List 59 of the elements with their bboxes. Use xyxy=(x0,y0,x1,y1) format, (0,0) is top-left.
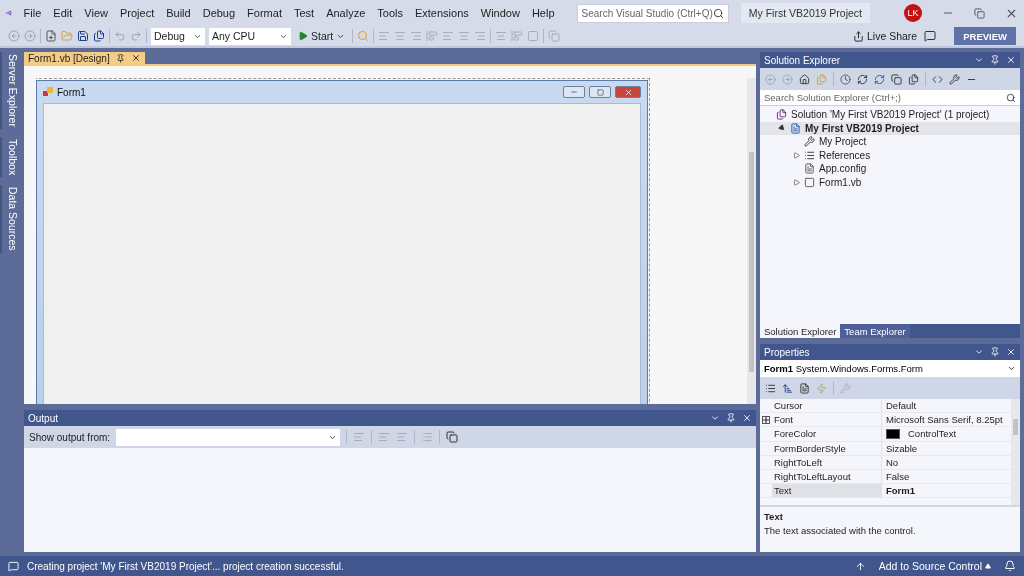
menu-item[interactable]: File xyxy=(17,7,48,19)
panel-title: Output xyxy=(28,412,59,424)
configuration-dropdown[interactable]: Debug xyxy=(151,27,205,45)
description-text: The text associated with the control. xyxy=(764,525,917,536)
preview-button[interactable]: PREVIEW xyxy=(954,27,1016,45)
tree-item[interactable]: References xyxy=(760,148,1020,162)
panel-title: Properties xyxy=(764,346,810,358)
menu-item[interactable]: Project xyxy=(113,7,161,19)
menu-item[interactable]: Test xyxy=(287,7,321,19)
live-share-button[interactable]: Live Share xyxy=(850,27,921,45)
side-tab[interactable]: Data Sources xyxy=(0,185,22,253)
property-name[interactable]: Font xyxy=(772,413,882,427)
property-value[interactable]: No xyxy=(886,456,899,468)
search-field[interactable]: Search Visual Studio (Ctrl+Q) xyxy=(576,3,729,23)
tree-item[interactable]: Form1.vb xyxy=(760,175,1020,189)
tree-item[interactable]: Solution 'My First VB2019 Project' (1 project) xyxy=(760,108,1020,122)
property-value[interactable]: ControlText xyxy=(908,428,957,440)
panel-tab[interactable]: Team Explorer xyxy=(840,324,910,338)
property-value[interactable]: False xyxy=(886,471,910,483)
property-value[interactable]: Microsoft Sans Serif, 8.25pt xyxy=(886,414,1003,426)
panel-tab[interactable]: Solution Explorer xyxy=(760,324,841,338)
property-name[interactable]: ForeColor xyxy=(772,427,882,441)
menu-item[interactable]: Build xyxy=(160,7,197,19)
property-name[interactable]: Text xyxy=(772,484,882,498)
object-selector[interactable]: Form1 System.Windows.Forms.Form xyxy=(760,360,1020,377)
status-message: Creating project 'My First VB2019 Project'... project creation successful. xyxy=(27,560,344,572)
property-name[interactable]: FormBorderStyle xyxy=(772,441,882,455)
solution-title: My First VB2019 Project xyxy=(740,3,870,23)
source-control-button[interactable]: Add to Source Control xyxy=(875,557,994,575)
property-name[interactable]: RightToLeft xyxy=(772,455,882,469)
form-title: Form1 xyxy=(57,86,86,98)
menu-item[interactable]: View xyxy=(78,7,114,19)
field-label: Show output from: xyxy=(29,431,111,443)
menu-item[interactable]: Debug xyxy=(196,7,242,19)
property-value[interactable]: Default xyxy=(886,400,917,412)
panel-title: Solution Explorer xyxy=(764,54,841,66)
document-tab[interactable]: Form1.vb [Design] xyxy=(24,52,145,64)
menu-item[interactable]: Help xyxy=(525,7,561,19)
property-value[interactable]: Sizable xyxy=(886,442,918,454)
property-value[interactable]: Form1 xyxy=(886,485,916,497)
property-name[interactable]: Cursor xyxy=(772,399,882,413)
search-field[interactable]: Search Solution Explorer (Ctrl+;) xyxy=(760,90,1020,106)
account-avatar[interactable]: LK xyxy=(904,4,922,22)
menu-item[interactable]: Tools xyxy=(371,7,409,19)
menu-item[interactable]: Window xyxy=(474,7,526,19)
form-window[interactable]: Form1 xyxy=(36,80,648,404)
side-tab[interactable]: Server Explorer xyxy=(0,52,22,129)
property-name[interactable]: RightToLeftLayout xyxy=(772,469,882,484)
start-button[interactable]: Start xyxy=(295,27,349,45)
tree-item[interactable]: My First VB2019 Project xyxy=(760,121,1020,135)
menu-item[interactable]: Edit xyxy=(47,7,79,19)
platform-dropdown[interactable]: Any CPU xyxy=(209,27,291,45)
menu-item[interactable]: Format xyxy=(241,7,288,19)
tree-item[interactable]: My Project xyxy=(760,135,1020,149)
tree-item[interactable]: App.config xyxy=(760,162,1020,176)
description-title: Text xyxy=(764,511,784,522)
side-tab[interactable]: Toolbox xyxy=(0,136,22,178)
menu-item[interactable]: Analyze xyxy=(320,7,372,19)
menu-item[interactable]: Extensions xyxy=(408,7,475,19)
